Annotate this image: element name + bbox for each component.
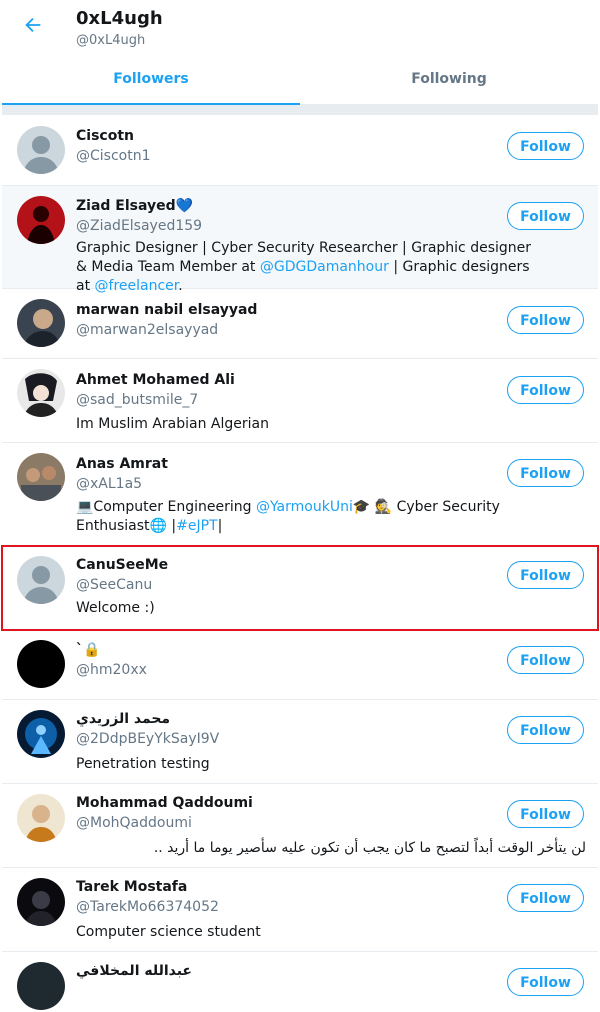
- user-name[interactable]: Tarek Mostafa: [76, 879, 187, 895]
- tab-bar: Followers Following: [2, 59, 598, 105]
- avatar[interactable]: [17, 710, 65, 758]
- profile-photo-icon: [17, 453, 65, 501]
- bio-link[interactable]: @YarmoukUni: [256, 499, 353, 515]
- user-bio: 💻Computer Engineering @YarmoukUni🎓 🕵 Cyb…: [76, 498, 546, 536]
- avatar[interactable]: [17, 126, 65, 174]
- profile-photo-icon: [17, 196, 65, 244]
- user-name[interactable]: Anas Amrat: [76, 456, 168, 472]
- user-handle[interactable]: @sad_butsmile_7: [76, 392, 198, 408]
- profile-photo-icon: [17, 369, 65, 417]
- follow-button[interactable]: Follow: [507, 202, 584, 230]
- user-handle[interactable]: @marwan2elsayyad: [76, 322, 218, 338]
- user-handle[interactable]: @hm20xx: [76, 662, 147, 678]
- user-name[interactable]: marwan nabil elsayyad: [76, 302, 257, 318]
- user-name[interactable]: `🔒: [76, 642, 100, 658]
- user-bio: Graphic Designer | Cyber Security Resear…: [76, 239, 546, 296]
- list-item[interactable]: Ahmet Mohamed Ali @sad_butsmile_7 Im Mus…: [2, 359, 598, 443]
- avatar[interactable]: [17, 640, 65, 688]
- user-name[interactable]: عبدالله المخلافي: [76, 963, 192, 979]
- profile-photo-icon: [17, 794, 65, 842]
- follow-button[interactable]: Follow: [507, 716, 584, 744]
- list-item[interactable]: `🔒 @hm20xx Follow: [2, 630, 598, 700]
- avatar[interactable]: [17, 196, 65, 244]
- user-handle[interactable]: @xAL1a5: [76, 476, 142, 492]
- follow-button[interactable]: Follow: [507, 376, 584, 404]
- user-bio: Im Muslim Arabian Algerian: [76, 416, 269, 432]
- user-handle[interactable]: @Ciscotn1: [76, 148, 151, 164]
- followers-list: Ciscotn @Ciscotn1 Follow Ziad Elsayed💙 @…: [1, 116, 599, 1012]
- user-handle[interactable]: @ZiadElsayed159: [76, 218, 202, 234]
- list-item-selected[interactable]: CanuSeeMe @SeeCanu Welcome :) Follow: [1, 545, 599, 631]
- follow-button[interactable]: Follow: [507, 459, 584, 487]
- follow-button[interactable]: Follow: [507, 968, 584, 996]
- follow-button[interactable]: Follow: [507, 561, 584, 589]
- avatar[interactable]: [17, 878, 65, 926]
- user-name[interactable]: محمد الزريدي: [76, 711, 170, 727]
- bio-link[interactable]: #eJPT: [176, 518, 217, 534]
- user-bio: Welcome :): [76, 600, 155, 616]
- user-name[interactable]: CanuSeeMe: [76, 557, 168, 573]
- profile-handle: @0xL4ugh: [76, 33, 146, 48]
- divider: [2, 105, 598, 115]
- default-avatar-icon: [17, 556, 65, 604]
- avatar[interactable]: [17, 453, 65, 501]
- list-item[interactable]: marwan nabil elsayyad @marwan2elsayyad F…: [2, 289, 598, 359]
- profile-header: 0xL4ugh @0xL4ugh: [0, 0, 600, 59]
- avatar[interactable]: [17, 299, 65, 347]
- tab-following[interactable]: Following: [300, 59, 598, 104]
- profile-name: 0xL4ugh: [76, 8, 163, 29]
- tab-followers[interactable]: Followers: [2, 59, 300, 105]
- bio-text: |: [217, 518, 223, 534]
- profile-photo-icon: [17, 710, 65, 758]
- user-name[interactable]: Ziad Elsayed💙: [76, 198, 193, 214]
- avatar[interactable]: [17, 794, 65, 842]
- list-item[interactable]: Mohammad Qaddoumi @MohQaddoumi لن يتأخر …: [2, 784, 598, 868]
- user-handle[interactable]: @2DdpBEyYkSayI9V: [76, 731, 219, 747]
- default-avatar-icon: [17, 126, 65, 174]
- list-item[interactable]: Tarek Mostafa @TarekMo66374052 Computer …: [2, 868, 598, 952]
- bio-link[interactable]: @GDGDamanhour: [260, 259, 389, 275]
- user-name[interactable]: Ciscotn: [76, 128, 134, 144]
- user-bio: لن يتأخر الوقت أبداً لتصبح ما كان يجب أن…: [153, 840, 586, 856]
- avatar[interactable]: [17, 962, 65, 1010]
- follow-button[interactable]: Follow: [507, 800, 584, 828]
- list-item[interactable]: Ciscotn @Ciscotn1 Follow: [2, 116, 598, 186]
- list-item[interactable]: Ziad Elsayed💙 @ZiadElsayed159 Graphic De…: [2, 186, 598, 294]
- list-item[interactable]: محمد الزريدي @2DdpBEyYkSayI9V Penetratio…: [2, 700, 598, 784]
- list-item[interactable]: Anas Amrat @xAL1a5 💻Computer Engineering…: [2, 443, 598, 546]
- user-handle[interactable]: @TarekMo66374052: [76, 899, 219, 915]
- user-name[interactable]: Ahmet Mohamed Ali: [76, 372, 235, 388]
- user-handle[interactable]: @SeeCanu: [76, 577, 152, 593]
- follow-button[interactable]: Follow: [507, 646, 584, 674]
- avatar[interactable]: [17, 556, 65, 604]
- profile-photo-icon: [17, 640, 65, 688]
- user-handle[interactable]: @MohQaddoumi: [76, 815, 192, 831]
- profile-photo-icon: [17, 878, 65, 926]
- profile-photo-icon: [17, 299, 65, 347]
- user-bio: Penetration testing: [76, 756, 210, 772]
- profile-photo-icon: [17, 962, 65, 1010]
- user-name[interactable]: Mohammad Qaddoumi: [76, 795, 253, 811]
- list-item[interactable]: عبدالله المخلافي Follow: [2, 952, 598, 1012]
- avatar[interactable]: [17, 369, 65, 417]
- back-arrow-icon[interactable]: [22, 14, 44, 36]
- user-bio: Computer science student: [76, 924, 261, 940]
- follow-button[interactable]: Follow: [507, 884, 584, 912]
- follow-button[interactable]: Follow: [507, 306, 584, 334]
- follow-button[interactable]: Follow: [507, 132, 584, 160]
- bio-text: 💻Computer Engineering: [76, 499, 256, 515]
